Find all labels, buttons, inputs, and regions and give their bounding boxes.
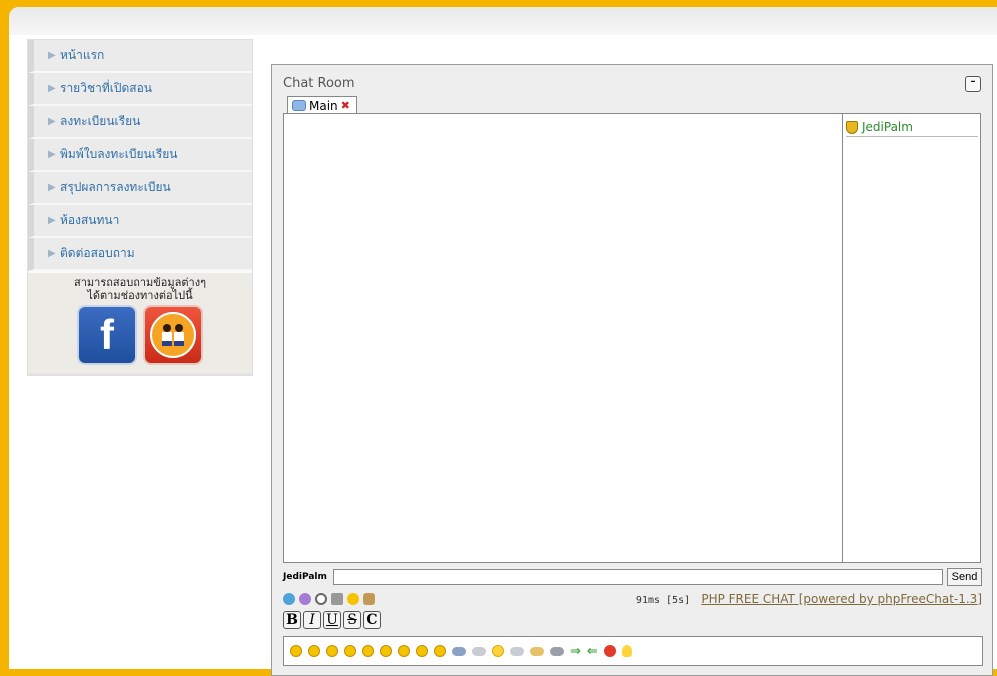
sidebar-item-chat-room[interactable]: ▶ ห้องสนทนา bbox=[28, 205, 252, 238]
arrow-right-icon: ▶ bbox=[48, 215, 56, 226]
tab-label: Main bbox=[309, 98, 338, 113]
bold-button[interactable]: B bbox=[283, 611, 301, 629]
facebook-icon[interactable]: f bbox=[79, 307, 135, 363]
chat-title: Chat Room bbox=[283, 76, 355, 91]
surprised-icon[interactable] bbox=[308, 645, 320, 657]
sidebar-item-label: หน้าแรก bbox=[60, 48, 105, 62]
sidebar-item-label: พิมพ์ใบลงทะเบียนเรียน bbox=[60, 147, 178, 161]
sidebar-item-register[interactable]: ▶ ลงทะเบียนเรียน bbox=[28, 106, 252, 139]
student-boy-icon bbox=[162, 324, 172, 346]
message-area[interactable] bbox=[283, 113, 843, 563]
arrow-right-icon: ▶ bbox=[48, 149, 56, 160]
arrow-right-icon: ▶ bbox=[48, 50, 56, 61]
lightbulb-icon[interactable] bbox=[621, 645, 632, 657]
send-button[interactable]: Send bbox=[947, 568, 982, 586]
response-time: 91ms [5s] bbox=[635, 595, 691, 606]
italic-button[interactable]: I bbox=[303, 611, 321, 629]
sidebar-item-registration-summary[interactable]: ▶ สรุปผลการลงทะเบียน bbox=[28, 172, 252, 205]
school-logo-icon[interactable] bbox=[145, 307, 201, 363]
smiley-icon[interactable] bbox=[347, 593, 359, 605]
arrow-right-icon: ▶ bbox=[48, 248, 56, 259]
students-icon bbox=[150, 312, 196, 358]
partly-cloudy-icon[interactable] bbox=[530, 646, 544, 656]
underline-button[interactable]: U bbox=[323, 611, 341, 629]
sidebar: ▶ หน้าแรก ▶ รายวิชาที่เปิดสอน ▶ ลงทะเบีย… bbox=[27, 39, 253, 376]
arrow-left-icon[interactable]: ⇐ bbox=[587, 644, 598, 659]
sidebar-divider bbox=[28, 373, 252, 375]
angry-icon[interactable] bbox=[362, 645, 374, 657]
chat-bubble-icon bbox=[292, 100, 306, 111]
nick-label[interactable]: JediPalm bbox=[283, 572, 333, 582]
color-button[interactable]: C bbox=[363, 611, 381, 629]
input-row: JediPalm Send bbox=[283, 568, 983, 586]
arrow-right-icon: ▶ bbox=[48, 182, 56, 193]
shocked-icon[interactable] bbox=[326, 645, 338, 657]
globe-icon[interactable] bbox=[283, 593, 295, 605]
sidebar-item-courses[interactable]: ▶ รายวิชาที่เปิดสอน bbox=[28, 73, 252, 106]
sidebar-item-print-registration[interactable]: ▶ พิมพ์ใบลงทะเบียนเรียน bbox=[28, 139, 252, 172]
rain-icon[interactable] bbox=[452, 646, 466, 656]
close-icon[interactable]: ✖ bbox=[341, 99, 350, 112]
robot-icon[interactable] bbox=[363, 593, 375, 605]
wink-icon[interactable] bbox=[434, 645, 446, 657]
contact-text-line2: ได้ตามช่องทางต่อไปนี้ bbox=[87, 289, 193, 302]
arrow-right-icon: ▶ bbox=[48, 116, 56, 127]
storm-icon[interactable] bbox=[550, 646, 564, 656]
clock-icon[interactable] bbox=[315, 593, 327, 605]
cloud-icon[interactable] bbox=[510, 646, 524, 656]
strikethrough-button[interactable]: S bbox=[343, 611, 361, 629]
toolbar bbox=[283, 593, 375, 605]
contact-icons: f bbox=[28, 307, 252, 363]
page-body: ▶ หน้าแรก ▶ รายวิชาที่เปิดสอน ▶ ลงทะเบีย… bbox=[9, 7, 997, 676]
user-nick: JediPalm bbox=[862, 120, 913, 134]
snow-cloud-icon[interactable] bbox=[472, 646, 486, 656]
sidebar-item-label: ลงทะเบียนเรียน bbox=[60, 114, 141, 128]
arrow-right-icon: ▶ bbox=[48, 83, 56, 94]
arrow-right-icon[interactable]: ⇒ bbox=[570, 644, 581, 659]
smiley-bar: ⇒ ⇐ bbox=[283, 636, 983, 666]
warning-icon[interactable] bbox=[603, 645, 616, 657]
crying-icon[interactable] bbox=[380, 645, 392, 657]
grin-icon[interactable] bbox=[398, 645, 410, 657]
sidebar-item-label: สรุปผลการลงทะเบียน bbox=[60, 180, 171, 194]
smile-icon[interactable] bbox=[290, 645, 302, 657]
user-list-item[interactable]: JediPalm bbox=[846, 120, 978, 137]
laugh-icon[interactable] bbox=[416, 645, 428, 657]
student-girl-icon bbox=[174, 324, 184, 346]
shield-icon bbox=[846, 120, 858, 134]
users-icon[interactable] bbox=[299, 593, 311, 605]
format-toolbar: B I U S C bbox=[283, 611, 381, 629]
sun-icon[interactable] bbox=[492, 645, 504, 657]
sidebar-item-contact[interactable]: ▶ ติดต่อสอบถาม bbox=[28, 238, 252, 271]
sidebar-item-label: ติดต่อสอบถาม bbox=[60, 246, 135, 260]
sidebar-item-home[interactable]: ▶ หน้าแรก bbox=[28, 40, 252, 73]
user-list: JediPalm bbox=[842, 113, 981, 563]
message-input[interactable] bbox=[333, 569, 943, 585]
chat-panel: Chat Room – Main ✖ JediPalm JediPalm Sen… bbox=[271, 64, 993, 676]
tab-main[interactable]: Main ✖ bbox=[287, 96, 357, 114]
status-info: 91ms [5s] PHP FREE CHAT [powered by phpF… bbox=[636, 592, 982, 606]
sidebar-item-label: รายวิชาที่เปิดสอน bbox=[60, 81, 152, 95]
sad-icon[interactable] bbox=[344, 645, 356, 657]
sidebar-item-label: ห้องสนทนา bbox=[60, 213, 120, 227]
sound-icon[interactable] bbox=[331, 593, 343, 605]
contact-text-line1: สามารถสอบถามข้อมูลต่างๆ bbox=[74, 276, 206, 289]
minimize-button[interactable]: – bbox=[965, 76, 981, 92]
page-header bbox=[9, 7, 997, 35]
powered-by-link[interactable]: PHP FREE CHAT [powered by phpFreeChat-1.… bbox=[701, 592, 982, 606]
contact-box: สามารถสอบถามข้อมูลต่างๆ ได้ตามช่องทางต่อ… bbox=[28, 271, 252, 373]
